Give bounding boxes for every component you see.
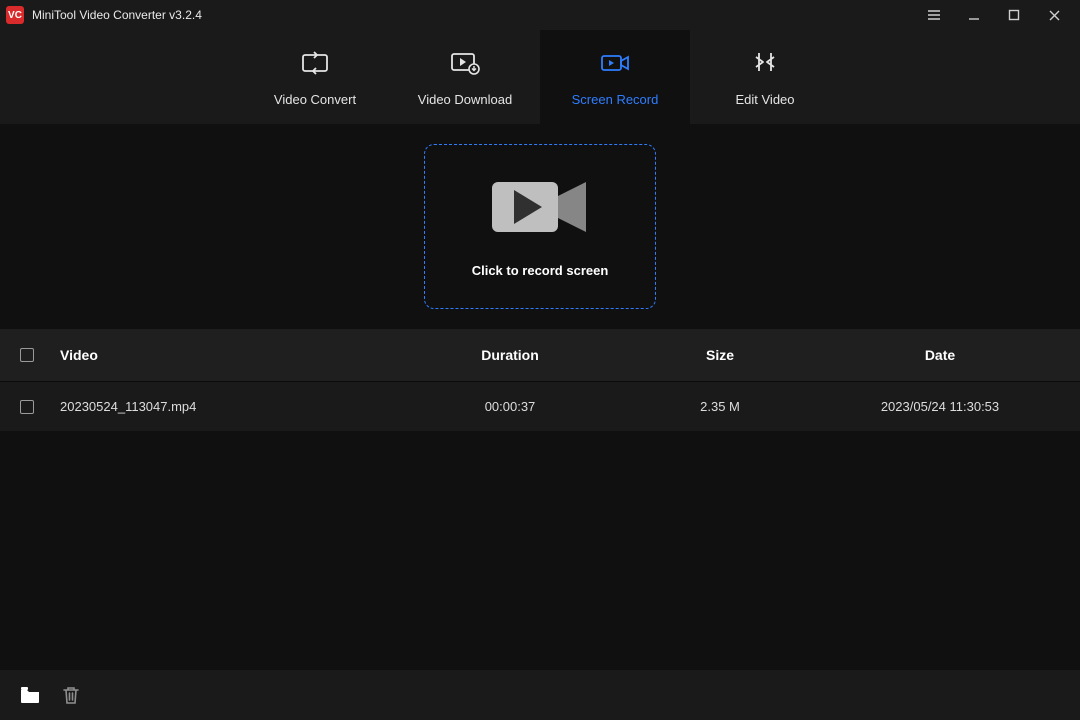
camera-icon	[490, 176, 590, 243]
cell-video: 20230524_113047.mp4	[60, 399, 400, 414]
table-header: Video Duration Size Date	[0, 329, 1080, 381]
app-window: VC MiniTool Video Converter v3.2.4 Video…	[0, 0, 1080, 720]
record-icon	[599, 48, 631, 78]
record-screen-button[interactable]: Click to record screen	[424, 144, 656, 309]
row-checkbox[interactable]	[20, 400, 34, 414]
select-all-checkbox[interactable]	[20, 348, 34, 362]
main-tabbar: Video Convert Video Download Screen Reco…	[0, 30, 1080, 124]
tab-label: Video Download	[418, 92, 512, 107]
cell-date: 2023/05/24 11:30:53	[820, 399, 1060, 414]
open-folder-button[interactable]	[20, 686, 40, 704]
empty-area	[0, 431, 1080, 670]
bottombar	[0, 670, 1080, 720]
delete-button[interactable]	[62, 685, 80, 705]
close-icon	[1048, 9, 1061, 22]
convert-icon	[300, 48, 330, 78]
folder-icon	[20, 686, 40, 704]
titlebar: VC MiniTool Video Converter v3.2.4	[0, 0, 1080, 30]
tab-label: Screen Record	[572, 92, 659, 107]
minimize-button[interactable]	[954, 0, 994, 30]
maximize-icon	[1008, 9, 1020, 21]
record-box-label: Click to record screen	[472, 263, 609, 278]
trash-icon	[62, 685, 80, 705]
cell-duration: 00:00:37	[400, 399, 620, 414]
tab-label: Edit Video	[735, 92, 794, 107]
cell-size: 2.35 M	[620, 399, 820, 414]
tab-video-download[interactable]: Video Download	[390, 30, 540, 124]
edit-icon	[752, 48, 778, 78]
menu-button[interactable]	[914, 0, 954, 30]
close-button[interactable]	[1034, 0, 1074, 30]
record-area: Click to record screen	[0, 124, 1080, 329]
table-row[interactable]: 20230524_113047.mp4 00:00:37 2.35 M 2023…	[0, 381, 1080, 431]
tab-video-convert[interactable]: Video Convert	[240, 30, 390, 124]
col-header-size: Size	[620, 347, 820, 363]
download-icon	[450, 48, 480, 78]
app-logo-icon: VC	[6, 6, 24, 24]
minimize-icon	[967, 8, 981, 22]
maximize-button[interactable]	[994, 0, 1034, 30]
col-header-video: Video	[60, 347, 400, 363]
tab-edit-video[interactable]: Edit Video	[690, 30, 840, 124]
col-header-date: Date	[820, 347, 1060, 363]
app-title: MiniTool Video Converter v3.2.4	[32, 8, 202, 22]
col-header-duration: Duration	[400, 347, 620, 363]
tab-screen-record[interactable]: Screen Record	[540, 30, 690, 124]
hamburger-icon	[926, 7, 942, 23]
tab-label: Video Convert	[274, 92, 356, 107]
